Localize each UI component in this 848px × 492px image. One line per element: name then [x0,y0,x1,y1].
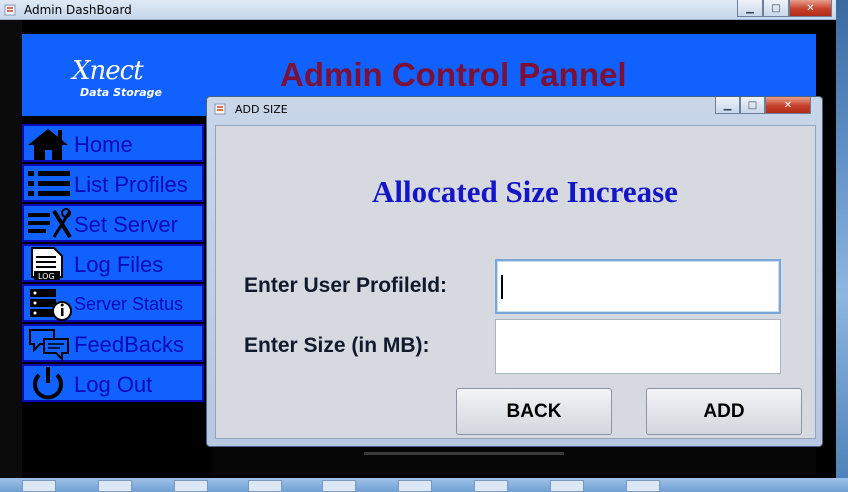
size-label: Enter Size (in MB): [244,334,430,357]
home-icon [28,129,68,160]
sidebar-item-label: Log Out [74,372,153,397]
page-title: Admin Control Pannel [280,56,627,93]
sidebar-item-server-status[interactable]: Server Status [22,284,204,322]
sidebar-item-list-profiles[interactable]: List Profiles [22,164,204,202]
dialog-content: Allocated Size Increase Enter User Profi… [215,125,816,439]
log-file-icon: LOG [31,247,63,281]
dialog-heading: Allocated Size Increase [372,174,678,209]
close-button[interactable]: ✕ [789,0,832,17]
size-input[interactable] [496,320,780,373]
logo-main-text: Xnect [72,56,144,86]
add-size-dialog: ADD SIZE ▁ □ ✕ Allocated Size Increase E… [206,96,823,447]
taskbar-button[interactable] [98,480,132,492]
feedback-icon [29,329,69,361]
maximize-icon: □ [771,2,781,14]
sidebar-item-label: Log Files [74,252,164,277]
dialog-title: ADD SIZE [235,103,288,116]
back-button[interactable]: BACK [456,388,612,435]
taskbar-button[interactable] [322,480,356,492]
dialog-title-bar[interactable]: ADD SIZE ▁ □ ✕ [207,97,822,121]
java-app-icon [4,4,16,16]
minimize-icon: ▁ [746,2,754,14]
bottom-panel [212,446,816,474]
window-frame [0,20,22,480]
sidebar-item-label: Home [74,132,133,157]
profile-id-input[interactable] [497,261,779,312]
taskbar-button[interactable] [398,480,432,492]
profile-id-field[interactable] [495,259,781,314]
text-caret [501,275,503,299]
sidebar-item-feedbacks[interactable]: FeedBacks [22,324,204,362]
xnect-logo: Xnect Data Storage [72,56,162,106]
power-icon [33,367,63,400]
sidebar-item-label: Server Status [74,294,184,314]
maximize-button[interactable]: □ [763,0,789,17]
minimize-button[interactable]: ▁ [715,97,740,114]
tools-icon [28,208,72,239]
main-window-title: Admin DashBoard [24,3,132,17]
add-button[interactable]: ADD [646,388,802,435]
sidebar-item-label: FeedBacks [74,332,185,357]
sidebar-item-set-server[interactable]: Set Server [22,204,204,242]
logo-sub-text: Data Storage [80,86,162,99]
svg-text:LOG: LOG [38,272,55,281]
sidebar-item-label: Set Server [74,212,178,237]
java-app-icon [214,103,226,115]
taskbar-button[interactable] [174,480,208,492]
sidebar-item-label: List Profiles [74,172,188,197]
sidebar-item-log-out[interactable]: Log Out [22,364,204,402]
maximize-button[interactable]: □ [740,97,765,114]
divider [364,452,564,455]
size-field[interactable] [495,319,781,374]
main-title-bar[interactable]: Admin DashBoard ▁ □ ✕ [0,0,836,20]
sidebar-item-log-files[interactable]: LOG Log Files [22,244,204,282]
minimize-icon: ▁ [723,99,732,111]
close-icon: ✕ [783,99,793,111]
sidebar-item-home[interactable]: Home [22,124,204,162]
taskbar-button[interactable] [474,480,508,492]
server-status-icon [30,289,72,321]
maximize-icon: □ [747,99,758,111]
list-icon [28,171,70,196]
taskbar-button[interactable] [248,480,282,492]
minimize-button[interactable]: ▁ [737,0,763,17]
profile-id-label: Enter User ProfileId: [244,274,448,297]
taskbar-button[interactable] [550,480,584,492]
close-icon: ✕ [806,2,815,14]
close-button[interactable]: ✕ [765,97,811,114]
taskbar-button[interactable] [626,480,660,492]
taskbar-button[interactable] [22,480,56,492]
